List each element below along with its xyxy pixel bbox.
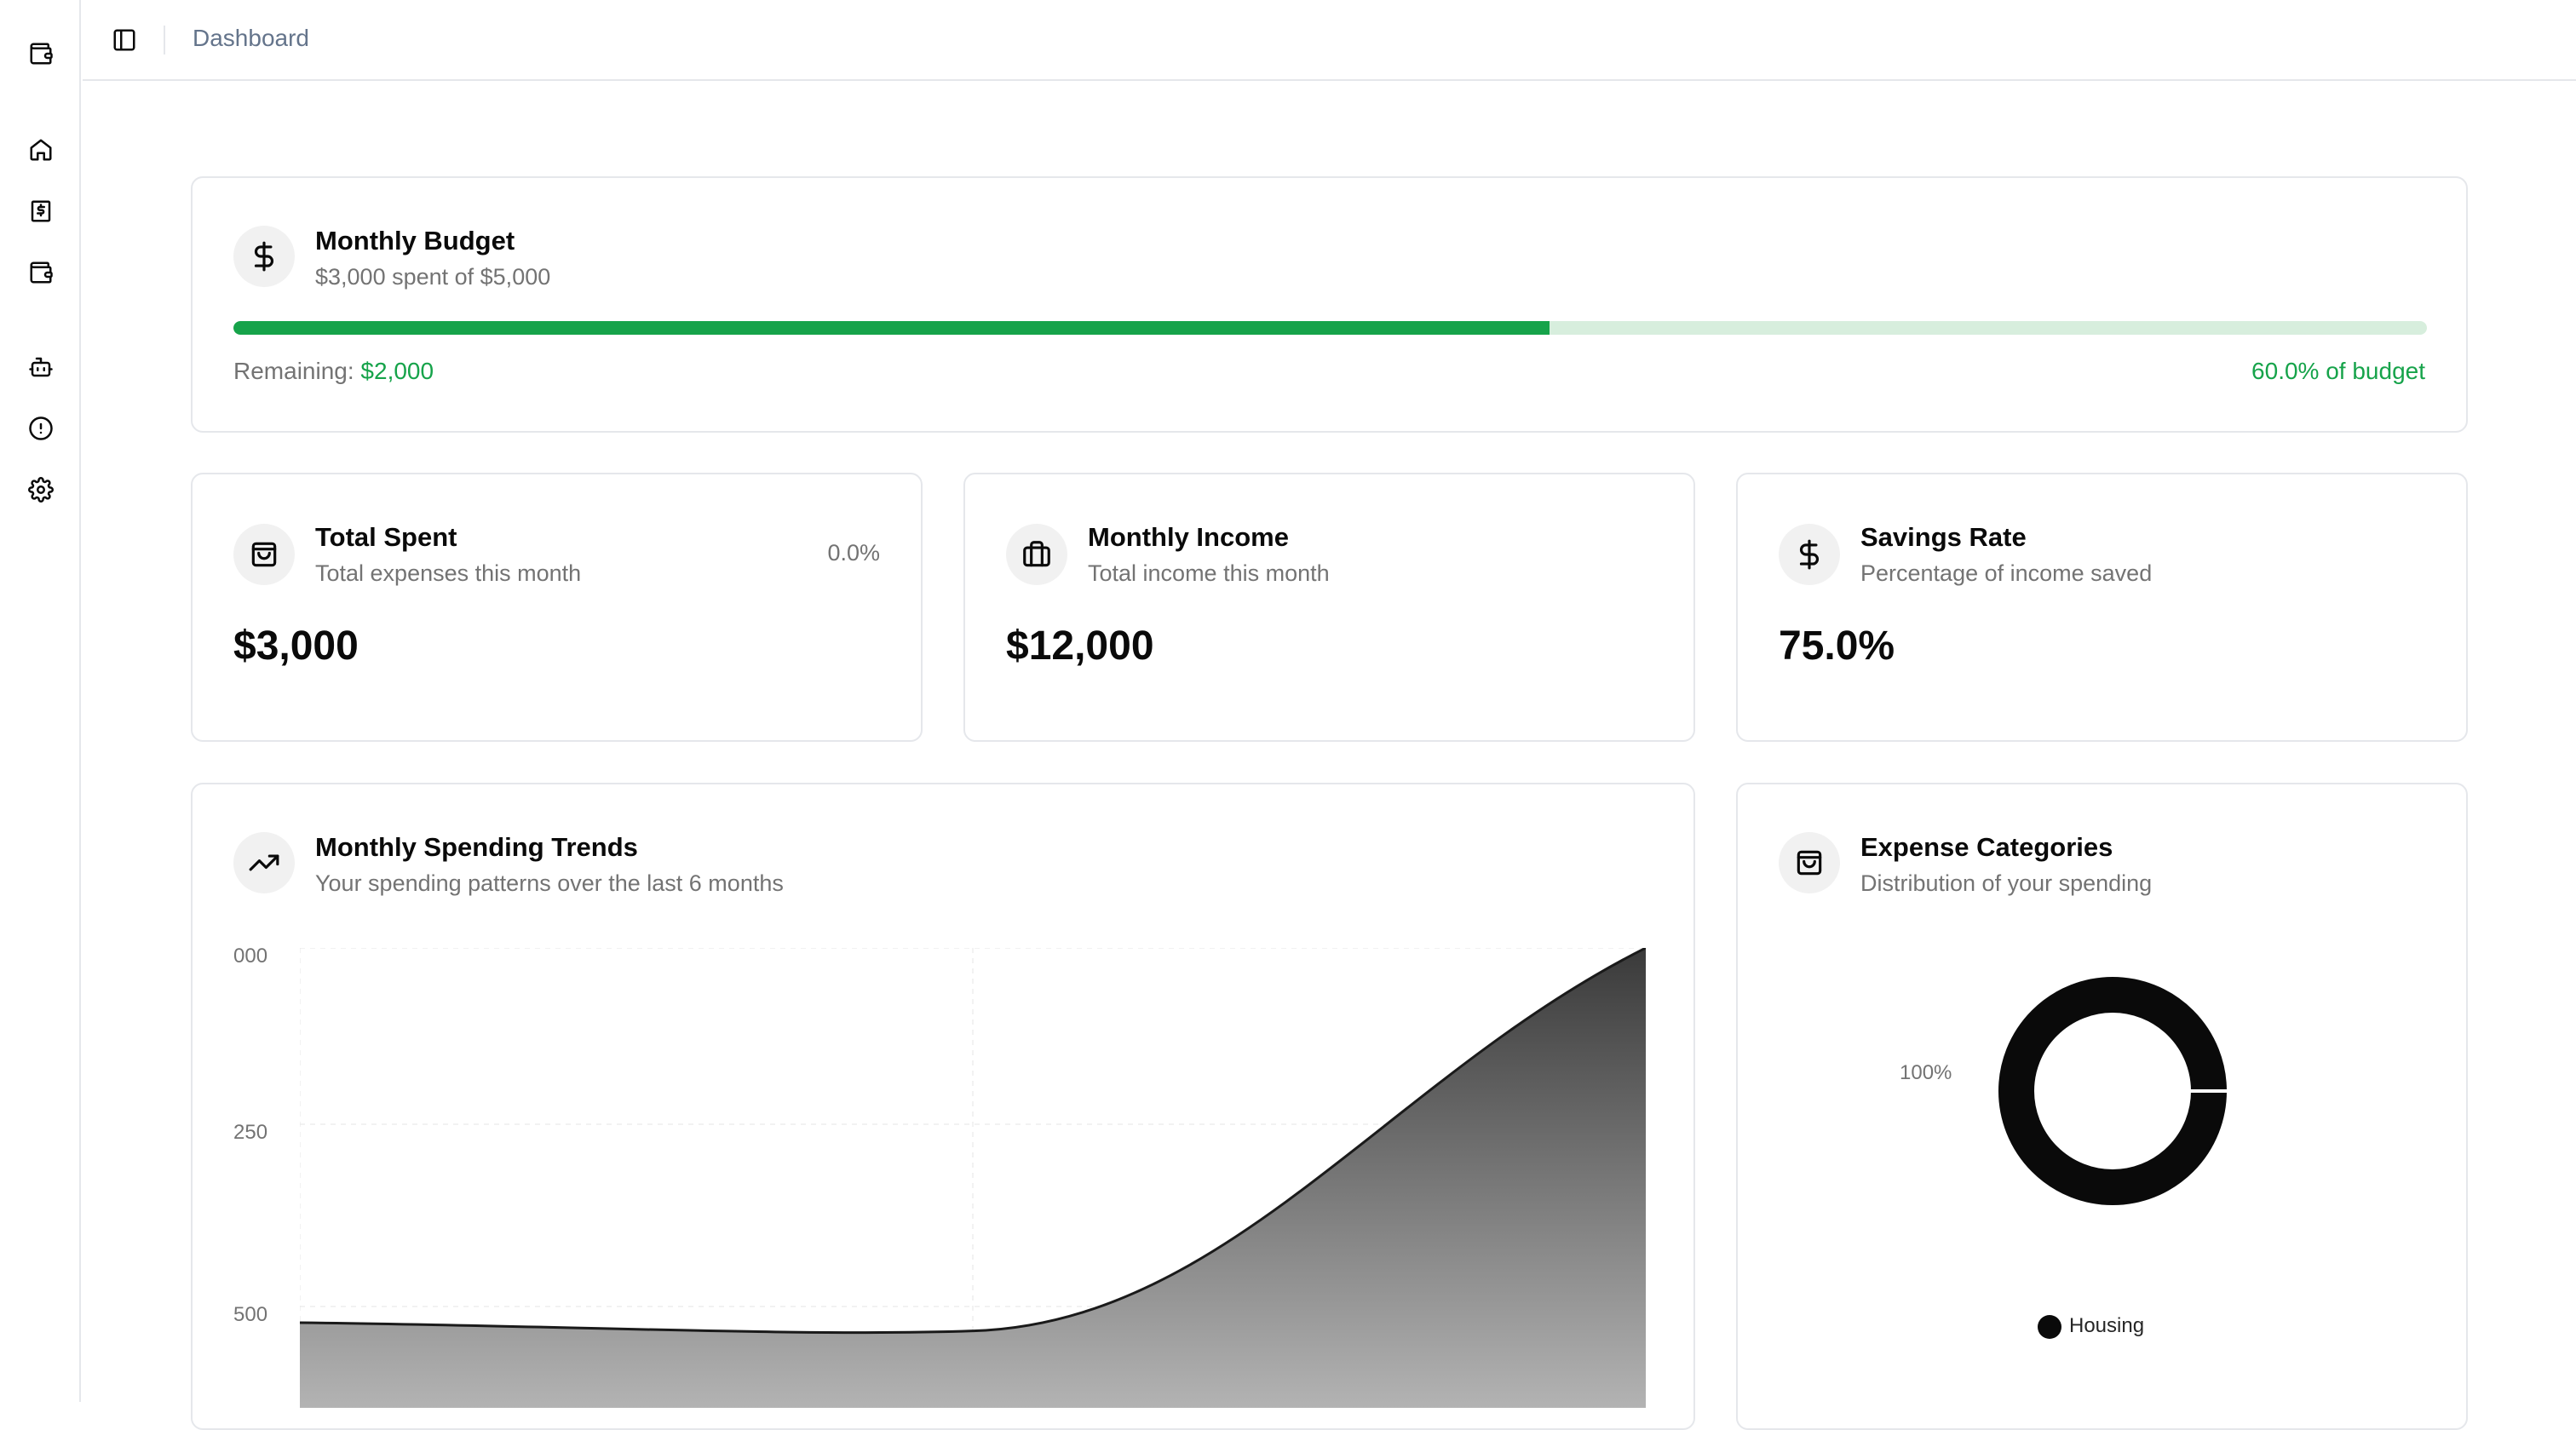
stat-title: Savings Rate — [1860, 522, 2027, 552]
stat-subtitle: Total expenses this month — [315, 560, 582, 586]
y-tick-label: 250 — [233, 1121, 268, 1144]
total-spent-card: Total Spent Total expenses this month 0.… — [191, 473, 923, 742]
spending-area-chart — [300, 948, 1646, 1408]
stat-change: 0.0% — [827, 540, 880, 566]
breadcrumb: Dashboard — [193, 25, 309, 51]
sidebar-toggle-button[interactable] — [108, 24, 141, 56]
stat-subtitle: Percentage of income saved — [1860, 560, 2153, 586]
budget-progress-bar — [233, 321, 2427, 335]
stat-value: $12,000 — [1006, 623, 1154, 669]
y-tick-label: 500 — [233, 1303, 268, 1326]
shopping-bag-icon — [1779, 832, 1840, 893]
budget-subtitle: $3,000 spent of $5,000 — [315, 264, 551, 290]
sidebar — [0, 0, 81, 1402]
categories-subtitle: Distribution of your spending — [1860, 870, 2153, 896]
gear-icon[interactable] — [25, 474, 57, 506]
remaining-value: $2,000 — [360, 358, 434, 384]
alert-circle-icon[interactable] — [25, 412, 57, 445]
stat-title: Total Spent — [315, 522, 457, 552]
savings-rate-card: Savings Rate Percentage of income saved … — [1736, 473, 2468, 742]
stat-value: 75.0% — [1779, 623, 1895, 669]
bot-icon[interactable] — [25, 351, 57, 383]
donut-slice-housing — [1998, 977, 2227, 1205]
stat-subtitle: Total income this month — [1088, 560, 1330, 586]
trends-title: Monthly Spending Trends — [315, 832, 638, 862]
budget-percent: 60.0% of budget — [2251, 358, 2425, 384]
y-tick-label: 000 — [233, 945, 268, 968]
remaining-label: Remaining: — [233, 358, 354, 384]
receipt-dollar-icon[interactable] — [25, 195, 57, 227]
stat-title: Monthly Income — [1088, 522, 1289, 552]
remaining-text: Remaining: $2,000 — [233, 358, 434, 385]
wallet-icon[interactable] — [25, 37, 57, 70]
donut-percent-label: 100% — [1900, 1061, 1952, 1084]
trending-up-icon — [233, 832, 295, 893]
expense-donut-chart — [1998, 977, 2229, 1205]
legend-dot — [2038, 1315, 2061, 1339]
budget-progress-fill — [233, 321, 1550, 335]
spending-trends-card: Monthly Spending Trends Your spending pa… — [191, 783, 1695, 1430]
home-icon[interactable] — [25, 134, 57, 166]
trends-subtitle: Your spending patterns over the last 6 m… — [315, 870, 784, 896]
legend-label: Housing — [2069, 1314, 2145, 1337]
dollar-icon — [233, 226, 295, 287]
header-divider — [164, 26, 165, 55]
panel-left-icon — [113, 29, 135, 51]
shopping-bag-icon — [233, 524, 295, 585]
monthly-income-card: Monthly Income Total income this month $… — [963, 473, 1695, 742]
expense-categories-card: Expense Categories Distribution of your … — [1736, 783, 2468, 1430]
briefcase-icon — [1006, 524, 1067, 585]
monthly-budget-card: Monthly Budget $3,000 spent of $5,000 Re… — [191, 176, 2468, 433]
top-header: Dashboard — [83, 0, 2576, 81]
budget-title: Monthly Budget — [315, 226, 515, 256]
categories-title: Expense Categories — [1860, 832, 2113, 862]
stat-value: $3,000 — [233, 623, 359, 669]
dollar-icon — [1779, 524, 1840, 585]
wallet-icon[interactable] — [25, 256, 57, 289]
